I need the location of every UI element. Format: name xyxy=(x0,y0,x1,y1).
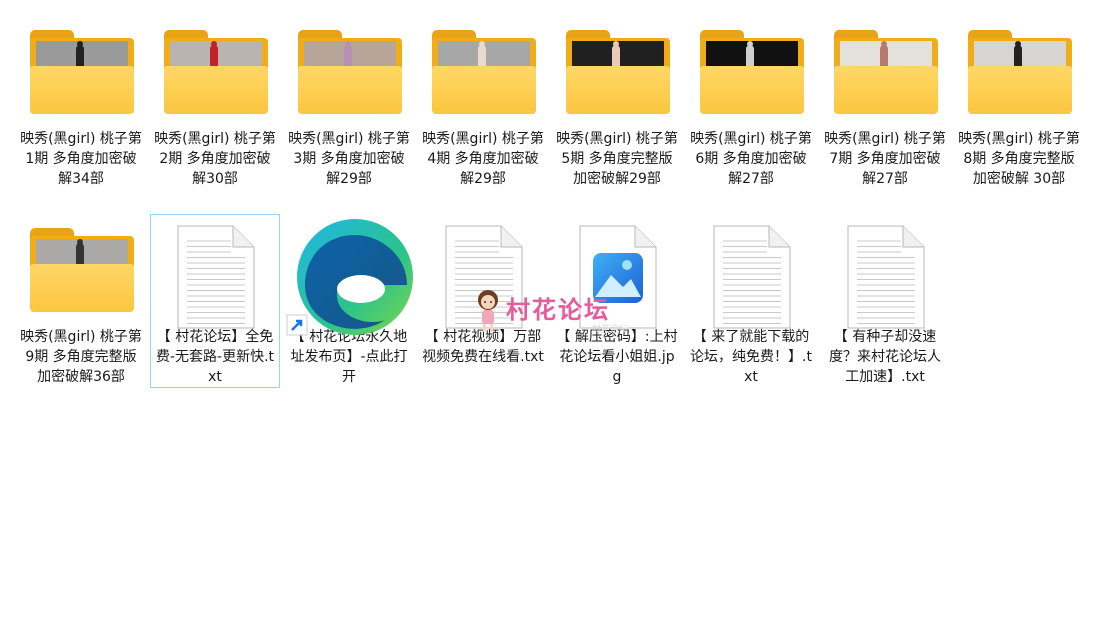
file-label: 映秀(黑girl) 桃子第9期 多角度完整版加密破解36部 xyxy=(20,329,142,385)
file-label: 映秀(黑girl) 桃子第7期 多角度加密破解27部 xyxy=(824,131,946,187)
file-label: 映秀(黑girl) 桃子第1期 多角度加密破解34部 xyxy=(20,131,142,187)
folder-item[interactable]: 映秀(黑girl) 桃子第1期 多角度加密破解34部 xyxy=(16,16,146,190)
text-file-icon xyxy=(177,225,255,329)
file-label: 映秀(黑girl) 桃子第4期 多角度加密破解29部 xyxy=(422,131,544,187)
folder-icon xyxy=(30,228,134,312)
file-label: 映秀(黑girl) 桃子第5期 多角度完整版加密破解29部 xyxy=(556,131,678,187)
file-label: 映秀(黑girl) 桃子第8期 多角度完整版加密破解 30部 xyxy=(958,131,1080,187)
folder-item[interactable]: 映秀(黑girl) 桃子第9期 多角度完整版加密破解36部 xyxy=(16,214,146,388)
file-label: 【 有种子却没速度？来村花论坛人工加速】.txt xyxy=(829,329,941,385)
file-item[interactable]: 【 村花视频】万部视频免费在线看.txt xyxy=(418,214,548,368)
folder-icon xyxy=(30,30,134,114)
text-file-icon xyxy=(847,225,925,329)
edge-shortcut-icon xyxy=(285,215,415,345)
folder-icon xyxy=(432,30,536,114)
file-label: 映秀(黑girl) 桃子第2期 多角度加密破解30部 xyxy=(154,131,276,187)
file-item[interactable]: 【 来了就能下载的论坛，纯免费！】.txt xyxy=(686,214,816,388)
folder-item[interactable]: 映秀(黑girl) 桃子第6期 多角度加密破解27部 xyxy=(686,16,816,190)
folder-icon xyxy=(834,30,938,114)
folder-item[interactable]: 映秀(黑girl) 桃子第7期 多角度加密破解27部 xyxy=(820,16,950,190)
folder-item[interactable]: 映秀(黑girl) 桃子第4期 多角度加密破解29部 xyxy=(418,16,548,190)
text-file-icon xyxy=(713,225,791,329)
file-item[interactable]: 【 解压密码】:上村花论坛看小姐姐.jpg xyxy=(552,214,682,388)
file-item[interactable]: 【 村花论坛】全免费-无套路-更新快.txt xyxy=(150,214,280,388)
image-file-icon xyxy=(579,225,657,329)
file-grid: 映秀(黑girl) 桃子第1期 多角度加密破解34部 映秀(黑girl) 桃子第… xyxy=(0,0,1097,625)
file-item[interactable]: 【 村花论坛永久地址发布页】-点此打开 xyxy=(284,214,414,388)
folder-icon xyxy=(566,30,670,114)
text-file-icon xyxy=(445,225,523,329)
folder-item[interactable]: 映秀(黑girl) 桃子第8期 多角度完整版加密破解 30部 xyxy=(954,16,1084,190)
file-label: 【 村花论坛】全免费-无套路-更新快.txt xyxy=(155,329,275,385)
folder-icon xyxy=(164,30,268,114)
folder-icon xyxy=(700,30,804,114)
folder-icon xyxy=(298,30,402,114)
file-label: 【 解压密码】:上村花论坛看小姐姐.jpg xyxy=(556,329,678,385)
file-item[interactable]: 【 有种子却没速度？来村花论坛人工加速】.txt xyxy=(820,214,950,388)
folder-item[interactable]: 映秀(黑girl) 桃子第3期 多角度加密破解29部 xyxy=(284,16,414,190)
file-label: 【 村花视频】万部视频免费在线看.txt xyxy=(422,329,544,365)
file-label: 映秀(黑girl) 桃子第3期 多角度加密破解29部 xyxy=(288,131,410,187)
file-label: 映秀(黑girl) 桃子第6期 多角度加密破解27部 xyxy=(690,131,812,187)
folder-item[interactable]: 映秀(黑girl) 桃子第2期 多角度加密破解30部 xyxy=(150,16,280,190)
file-label: 【 来了就能下载的论坛，纯免费！】.txt xyxy=(690,329,812,385)
folder-item[interactable]: 映秀(黑girl) 桃子第5期 多角度完整版加密破解29部 xyxy=(552,16,682,190)
folder-icon xyxy=(968,30,1072,114)
